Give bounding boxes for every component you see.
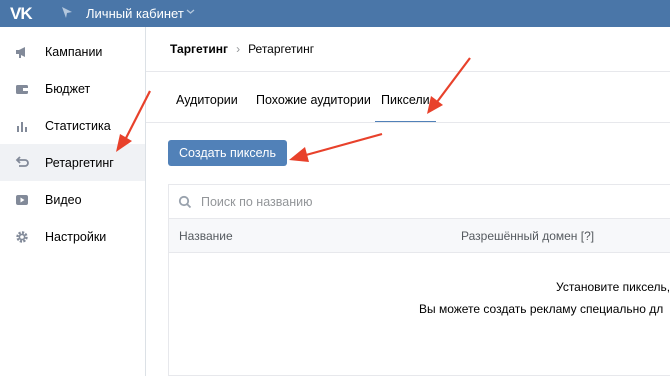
search-row [169,185,670,219]
sidebar-item-label: Бюджет [45,81,91,96]
sidebar-item-label: Статистика [45,118,111,133]
flag-icon [62,7,72,18]
breadcrumb: Таргетинг › Ретаргетинг [170,42,314,56]
tabs-divider [146,122,670,123]
search-input[interactable] [201,192,641,212]
sidebar: Кампании Бюджет Статистика Ретаргетинг В… [0,27,145,376]
tab-pixels[interactable]: Пиксели [375,93,436,123]
chevron-down-icon[interactable] [186,7,195,16]
tab-lookalike-audiences[interactable]: Похожие аудитории [256,93,371,123]
empty-state-line-2: Вы можете создать рекламу специально дл [419,302,664,316]
sidebar-item-video[interactable]: Видео [0,181,145,218]
cabinet-title[interactable]: Личный кабинет [86,6,184,21]
create-pixel-button[interactable]: Создать пиксель [168,140,287,166]
pixels-table: Название Разрешённый домен [?] Установит… [168,184,670,376]
top-bar: VK Личный кабинет [0,0,670,27]
bar-chart-icon [17,121,27,132]
sidebar-item-statistics[interactable]: Статистика [0,107,145,144]
main-panel: Таргетинг › Ретаргетинг Аудитории Похожи… [146,27,670,376]
search-icon [178,195,192,209]
divider [146,71,670,72]
table-header: Название Разрешённый домен [?] [169,219,670,253]
sidebar-item-label: Настройки [45,229,107,244]
sidebar-item-campaigns[interactable]: Кампании [0,33,145,70]
vk-logo[interactable]: VK [10,4,33,24]
sidebar-item-label: Кампании [45,44,103,59]
sidebar-item-budget[interactable]: Бюджет [0,70,145,107]
tab-audiences[interactable]: Аудитории [176,93,238,123]
column-domain-header[interactable]: Разрешённый домен [?] [461,229,594,243]
empty-state-line-1: Установите пиксель, ч [556,280,670,294]
sidebar-item-label: Видео [45,192,82,207]
column-name-header[interactable]: Название [179,229,233,243]
breadcrumb-separator: › [236,42,241,56]
breadcrumb-targeting[interactable]: Таргетинг [170,42,228,56]
sidebar-item-retargeting[interactable]: Ретаргетинг [0,144,145,181]
play-icon [16,194,28,205]
wallet-icon [16,84,28,94]
megaphone-icon [16,46,25,58]
sidebar-item-settings[interactable]: Настройки [0,218,145,255]
breadcrumb-current: Ретаргетинг [248,42,315,56]
gear-icon [16,230,28,243]
retarget-icon [15,155,29,167]
sidebar-item-label: Ретаргетинг [45,155,114,170]
